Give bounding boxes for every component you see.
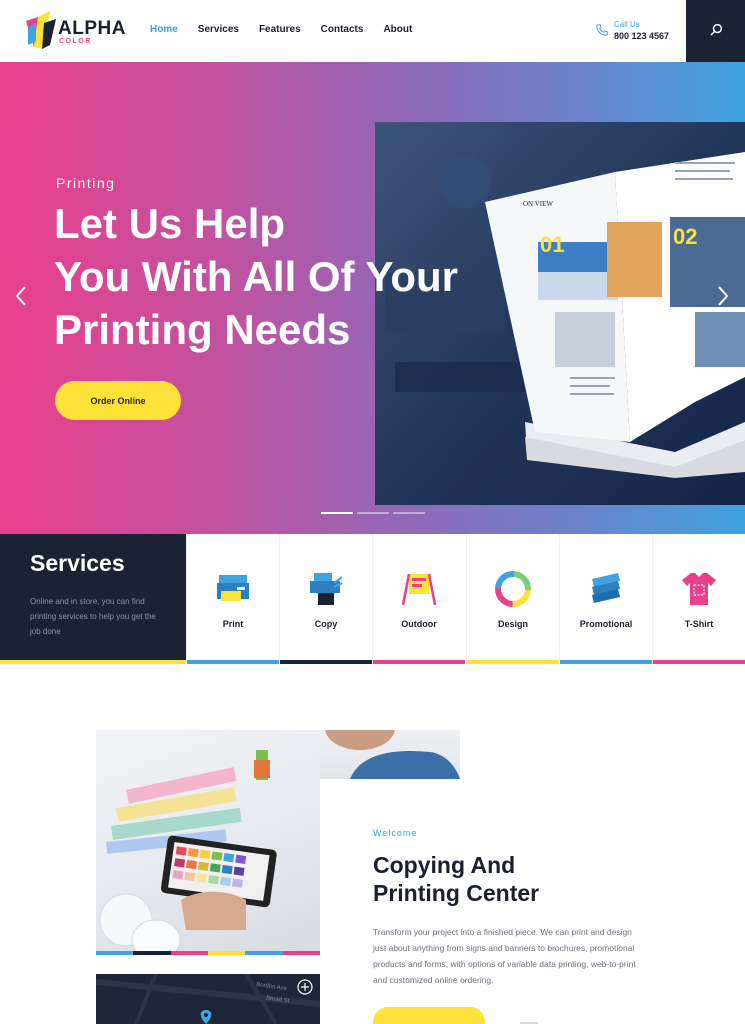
chevron-left-icon	[15, 286, 26, 306]
slider-dot[interactable]	[357, 512, 389, 514]
site-header: ALPHA COLOR Home Services Features Conta…	[0, 0, 745, 62]
copier-icon	[310, 573, 343, 605]
services-description: Online and in store, you can find printi…	[30, 597, 156, 636]
slider-dot[interactable]	[321, 512, 353, 514]
service-label: Promotional	[579, 619, 633, 629]
search-button[interactable]	[686, 0, 745, 62]
easel-sign-icon	[401, 573, 437, 606]
logo-mark-icon	[26, 11, 56, 49]
service-label: Copy	[314, 619, 338, 629]
service-accent-bar	[467, 660, 559, 664]
service-accent-bar	[373, 660, 465, 664]
services-intro-accent-bar	[0, 660, 186, 664]
hero-title-line: Printing Needs	[54, 306, 351, 353]
location-map[interactable]: Bordon Ave Broad St	[96, 974, 320, 1024]
services-strip: Services Online and in store, you can fi…	[0, 534, 745, 664]
chevron-right-icon	[718, 286, 729, 306]
service-label: T-Shirt	[684, 619, 714, 629]
hero-kicker: Printing	[56, 175, 116, 191]
service-accent-bar	[187, 660, 279, 664]
services-title: Services	[30, 550, 125, 576]
logo-wordmark: ALPHA	[58, 18, 126, 39]
hero-slider: 01 02 ON VIEW Printing Let Us Help You W…	[0, 62, 745, 534]
service-label: Design	[497, 619, 528, 629]
hero-title-line: Let Us Help	[54, 200, 286, 247]
welcome-kicker: Welcome	[373, 828, 418, 838]
slider-next-button[interactable]	[716, 284, 730, 313]
welcome-photo	[96, 730, 320, 955]
hero-title-line: You With All Of Your	[54, 253, 459, 300]
welcome-photo-extension	[320, 730, 460, 779]
service-design[interactable]: Design	[466, 534, 559, 664]
service-print[interactable]: Print	[186, 534, 279, 664]
service-copy[interactable]: Copy	[279, 534, 372, 664]
service-promotional[interactable]: Promotional	[559, 534, 652, 664]
welcome-body: Transform your project into a finished p…	[373, 927, 636, 985]
svg-text:01: 01	[540, 232, 564, 257]
phone-number[interactable]: 800 123 4567	[614, 31, 669, 41]
service-accent-bar	[560, 660, 652, 664]
color-wheel-icon	[495, 571, 531, 607]
logo-subtitle: COLOR	[59, 38, 92, 45]
person-shoulder-illustration	[325, 730, 460, 779]
hero-title: Let Us Help You With All Of Your Printin…	[54, 197, 514, 356]
welcome-title-line: Copying And	[373, 852, 516, 878]
printer-icon	[217, 575, 249, 601]
search-icon	[710, 23, 723, 36]
welcome-title: Copying And Printing Center	[373, 851, 673, 907]
slider-dot[interactable]	[393, 512, 425, 514]
slider-pagination	[321, 512, 425, 514]
services-intro: Services Online and in store, you can fi…	[0, 534, 186, 660]
designer-swatches-illustration	[99, 750, 277, 955]
nav-item-contacts[interactable]: Contacts	[321, 24, 364, 35]
service-label: Print	[222, 619, 244, 629]
svg-text:02: 02	[673, 224, 697, 249]
order-online-button[interactable]: Order Online	[55, 381, 181, 420]
welcome-card: Welcome Copying And Printing Center Tran…	[320, 779, 745, 1024]
tshirt-icon	[682, 573, 716, 605]
nav-item-home[interactable]: Home	[150, 24, 178, 35]
svg-text:ON VIEW: ON VIEW	[523, 200, 553, 208]
welcome-cta-button[interactable]	[373, 1007, 485, 1024]
service-outdoor[interactable]: Outdoor	[372, 534, 465, 664]
call-us-label: Call Us	[614, 20, 640, 29]
nav-item-about[interactable]: About	[383, 24, 412, 35]
service-tshirt[interactable]: T-Shirt	[652, 534, 745, 664]
service-accent-bar	[653, 660, 745, 664]
phone-icon	[596, 24, 608, 36]
main-nav: Home Services Features Contacts About	[150, 24, 412, 35]
layers-icon	[592, 573, 620, 603]
logo[interactable]: ALPHA COLOR	[24, 9, 126, 53]
photo-color-strip	[96, 951, 320, 955]
nav-item-features[interactable]: Features	[259, 24, 301, 35]
service-label: Outdoor	[401, 619, 437, 629]
welcome-title-line: Printing Center	[373, 880, 540, 906]
nav-item-services[interactable]: Services	[198, 24, 239, 35]
slider-prev-button[interactable]	[14, 284, 28, 313]
service-accent-bar	[280, 660, 372, 664]
